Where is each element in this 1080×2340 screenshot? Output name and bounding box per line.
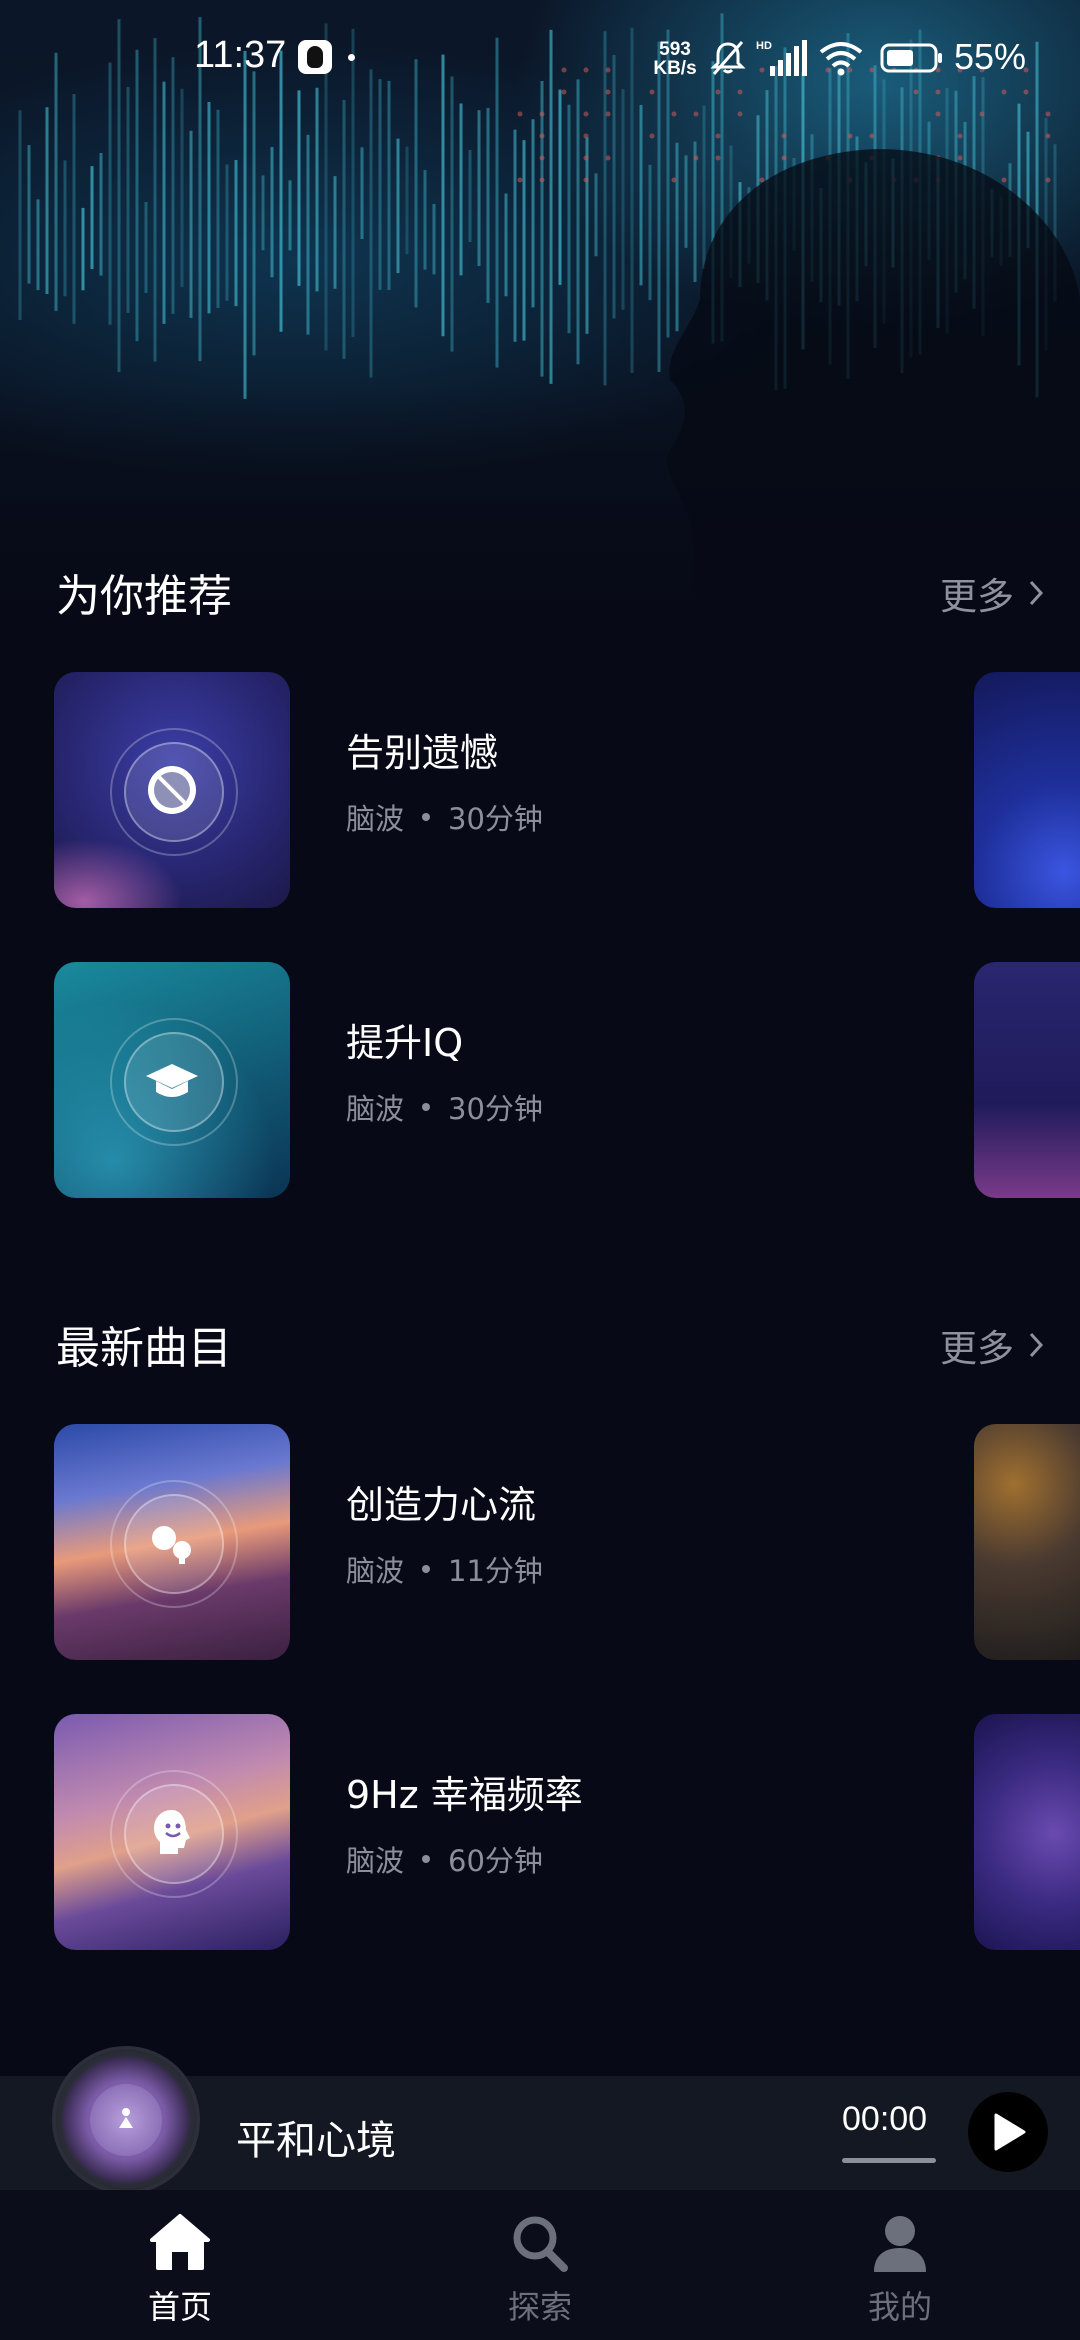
album-disc[interactable] [56, 2050, 196, 2190]
next-card-preview[interactable] [974, 672, 1080, 908]
qq-icon [298, 40, 332, 74]
track-duration: 30分钟 [448, 802, 543, 836]
network-speed: 593 KB/s [650, 40, 700, 78]
play-button[interactable] [968, 2092, 1048, 2172]
nav-label-profile: 我的 [867, 2288, 932, 2326]
notification-dot [348, 54, 355, 61]
no-regrets-icon [148, 766, 196, 814]
chevron-right-icon [1029, 580, 1044, 606]
home-icon [150, 2214, 210, 2270]
graduation-cap-icon [146, 1064, 198, 1097]
separator-dot [422, 813, 431, 821]
profile-icon [874, 2216, 926, 2272]
search-icon [513, 2216, 568, 2272]
track-title: 9Hz 幸福频率 [346, 1773, 583, 1817]
track-meta: 脑波 30分钟 [346, 796, 543, 838]
nav-item-profile[interactable]: 我的 [800, 2190, 1000, 2340]
track-title: 创造力心流 [346, 1483, 537, 1527]
track-category: 脑波 [346, 1844, 405, 1878]
track-duration: 11分钟 [448, 1554, 543, 1588]
wifi-icon [819, 42, 863, 76]
nav-item-home[interactable]: 首页 [80, 2190, 280, 2340]
separator-dot [422, 1855, 431, 1863]
next-card-preview[interactable] [974, 1714, 1080, 1950]
track-meta: 脑波 60分钟 [346, 1838, 543, 1880]
more-latest-button[interactable]: 更多 [940, 1318, 1044, 1372]
track-cover [54, 1714, 290, 1950]
status-bar: 11:37 593 KB/s HD 55% [0, 0, 1080, 120]
more-label: 更多 [940, 1327, 1014, 1370]
track-duration: 60分钟 [448, 1844, 543, 1878]
track-cover [54, 962, 290, 1198]
smiling-head-icon [154, 1810, 190, 1854]
separator-dot [422, 1565, 431, 1573]
nav-label-home: 首页 [147, 2288, 212, 2326]
status-time: 11:37 [194, 34, 287, 76]
track-duration: 30分钟 [448, 1092, 543, 1126]
track-category: 脑波 [346, 1092, 405, 1126]
play-icon [994, 2113, 1026, 2151]
network-speed-unit: KB/s [653, 58, 697, 79]
track-title: 告别遗憾 [346, 731, 499, 775]
nav-label-explore: 探索 [507, 2288, 572, 2326]
mute-icon [710, 41, 746, 75]
network-speed-value: 593 [659, 39, 691, 60]
player-track-title: 平和心境 [236, 2118, 396, 2164]
more-recommended-button[interactable]: 更多 [940, 566, 1044, 620]
track-category: 脑波 [346, 1554, 405, 1588]
next-card-preview[interactable] [974, 962, 1080, 1198]
track-meta: 脑波 11分钟 [346, 1548, 543, 1590]
next-card-preview[interactable] [974, 1424, 1080, 1660]
track-category: 脑波 [346, 802, 405, 836]
track-cover [54, 1424, 290, 1660]
track-meta: 脑波 30分钟 [346, 1086, 543, 1128]
battery-icon [880, 43, 942, 73]
section-title-recommended: 为你推荐 [56, 571, 232, 622]
network-type: HD [756, 40, 772, 52]
chevron-right-icon [1029, 1332, 1044, 1358]
player-progress-bar[interactable] [842, 2158, 936, 2163]
bottom-nav: 首页 探索 我的 [0, 2190, 1080, 2340]
creativity-icon [152, 1526, 191, 1564]
more-label: 更多 [940, 575, 1014, 618]
section-title-latest: 最新曲目 [56, 1323, 232, 1374]
track-title: 提升IQ [346, 1021, 464, 1065]
nav-item-explore[interactable]: 探索 [440, 2190, 640, 2340]
track-cover [54, 672, 290, 908]
separator-dot [422, 1103, 431, 1111]
player-time: 00:00 [842, 2100, 928, 2138]
meditation-icon [119, 2108, 133, 2128]
battery-percent: 55% [954, 36, 1027, 77]
signal-icon: HD [756, 40, 807, 76]
